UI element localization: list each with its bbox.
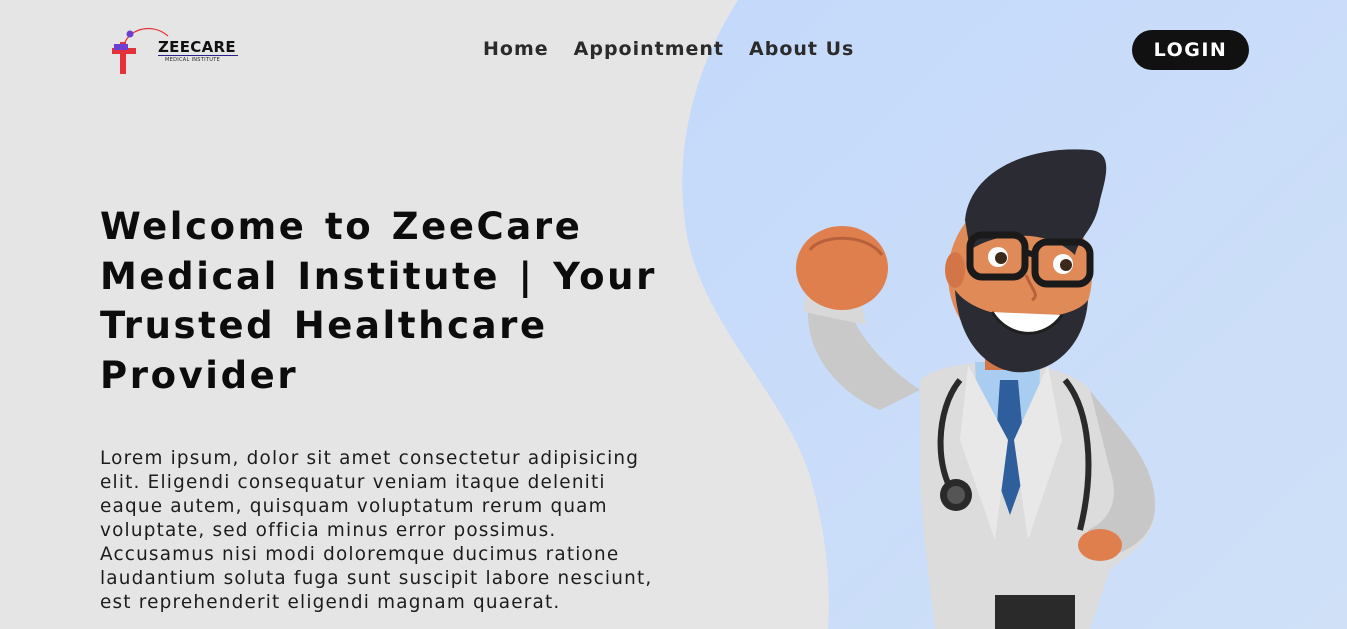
brand-underline bbox=[158, 55, 238, 56]
brand-name: ZEECARE bbox=[158, 38, 236, 56]
login-button[interactable]: LOGIN bbox=[1132, 30, 1249, 70]
brand-tagline: MEDICAL INSTITUTE bbox=[165, 57, 221, 63]
nav-appointment-link[interactable]: Appointment bbox=[574, 38, 724, 60]
doctor-illustration bbox=[796, 149, 1156, 629]
nav-about-us-link[interactable]: About Us bbox=[749, 38, 854, 60]
hero-title: Welcome to ZeeCare Medical Institute | Y… bbox=[100, 205, 657, 397]
main-nav: Home Appointment About Us bbox=[483, 38, 854, 60]
nav-home-link[interactable]: Home bbox=[483, 38, 549, 60]
zeecare-logo[interactable]: ZEECARE MEDICAL INSTITUTE bbox=[110, 24, 242, 78]
navbar: ZEECARE MEDICAL INSTITUTE Home Appointme… bbox=[0, 0, 1347, 100]
landing-page: ZEECARE MEDICAL INSTITUTE Home Appointme… bbox=[0, 0, 1347, 629]
hero-description: Lorem ipsum, dolor sit amet consectetur … bbox=[100, 448, 653, 613]
